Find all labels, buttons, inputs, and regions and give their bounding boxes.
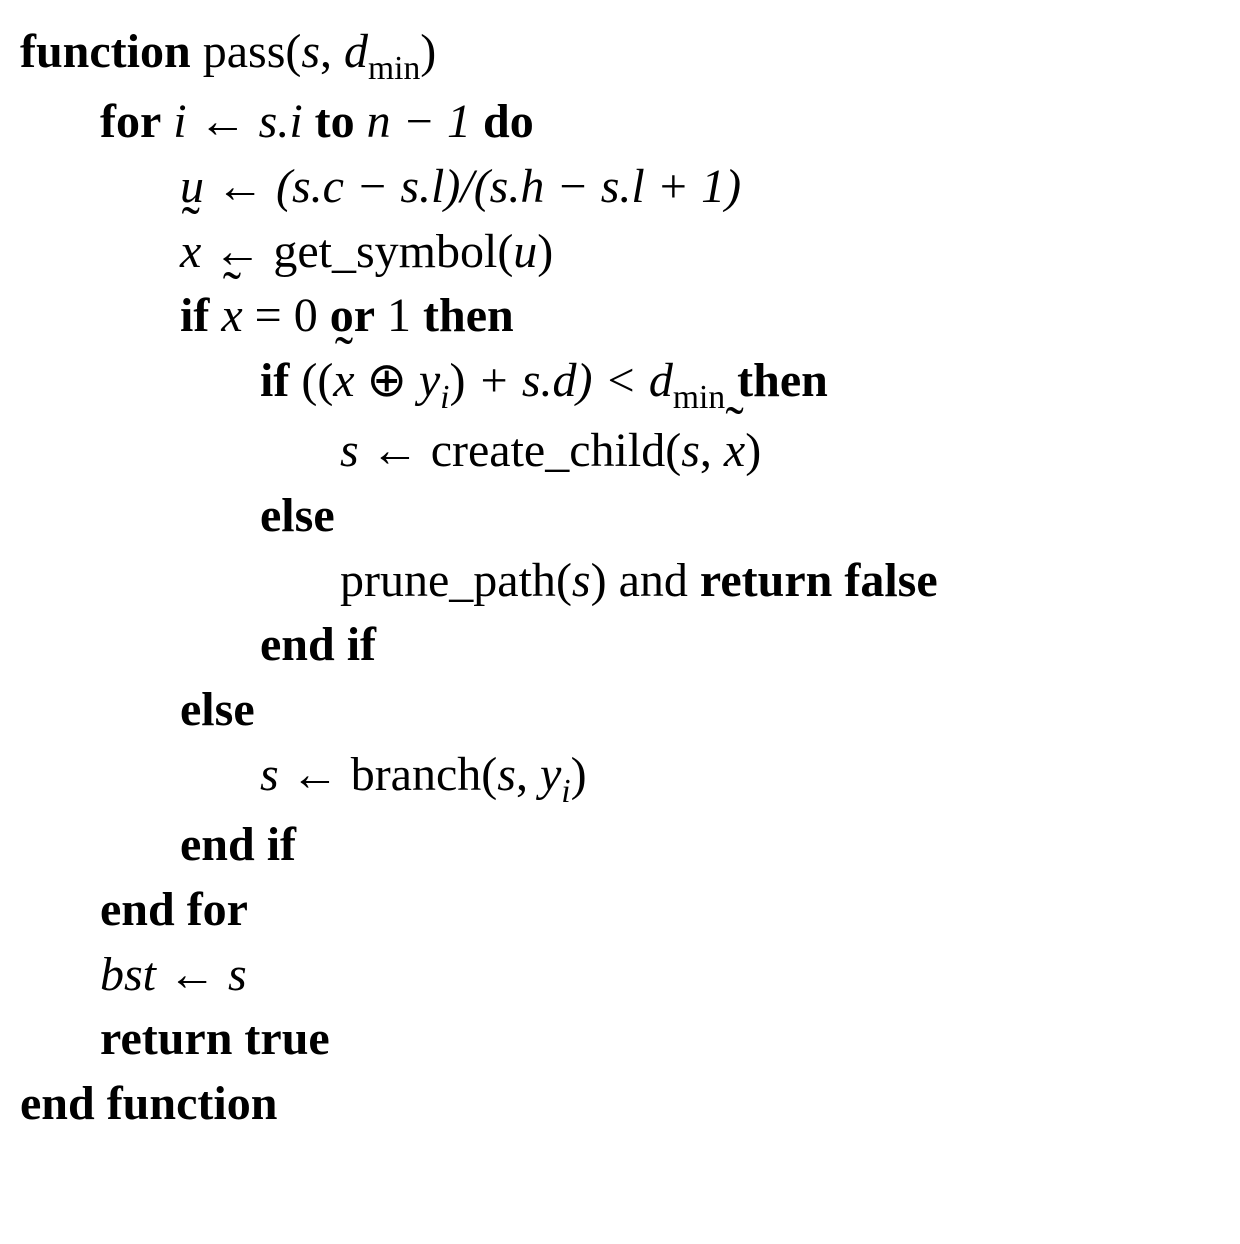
kw-true: true: [244, 1012, 329, 1065]
sym-y: y: [419, 354, 440, 407]
sym-larrow: ←: [168, 948, 216, 1001]
algorithm-line: end for: [20, 878, 1230, 943]
sym-min-sub: min: [673, 379, 725, 416]
sym-y: y: [540, 748, 561, 801]
algorithm-line: s ← branch(s, yi): [20, 743, 1230, 813]
fn-create-child: create_child: [431, 424, 666, 477]
kw-endif: end if: [180, 818, 296, 871]
algorithm-line: prune_path(s) and return false: [20, 549, 1230, 614]
algorithm-line: s ← create_child(s, x): [20, 419, 1230, 484]
fn-branch: branch: [351, 748, 482, 801]
sym-larrow: ←: [291, 748, 339, 801]
kw-do: do: [483, 95, 534, 148]
fn-pass: pass: [203, 25, 286, 78]
sym-s: s: [497, 748, 516, 801]
sym-si: s.i: [259, 95, 303, 148]
kw-false: false: [844, 554, 937, 607]
sym-i-sub: i: [561, 773, 570, 810]
algorithm-line: end function: [20, 1072, 1230, 1137]
algorithm-line: end if: [20, 613, 1230, 678]
sym-d: d: [344, 25, 368, 78]
algorithm-line: bst ← s: [20, 943, 1230, 1008]
fn-prune-path: prune_path: [340, 554, 556, 607]
algorithm-line: else: [20, 678, 1230, 743]
kw-endif: end if: [260, 618, 376, 671]
kw-for: for: [100, 95, 161, 148]
sym-larrow: ←: [199, 95, 247, 148]
algorithm-line: u ← (s.c − s.l)/(s.h − s.l + 1): [20, 155, 1230, 220]
sym-s: s: [340, 424, 359, 477]
algorithm-line: if x = 0 or 1 then: [20, 284, 1230, 349]
kw-return: return: [700, 554, 832, 607]
sym-xtilde: x: [724, 419, 745, 484]
kw-function: function: [20, 25, 191, 78]
algorithm-line: for i ← s.i to n − 1 do: [20, 90, 1230, 155]
kw-endfunction: end function: [20, 1077, 277, 1130]
sym-s: s: [228, 948, 247, 1001]
sym-s: s: [301, 25, 320, 78]
algorithm-line: function pass(s, dmin): [20, 20, 1230, 90]
fn-get-symbol: get_symbol: [273, 225, 497, 278]
kw-else: else: [260, 489, 335, 542]
sym-u: u: [513, 225, 537, 278]
sym-eq0: = 0: [255, 289, 318, 342]
sym-xtilde: x: [180, 220, 201, 285]
sym-i: i: [173, 95, 186, 148]
sym-nminus1: n − 1: [367, 95, 471, 148]
sym-s: s: [572, 554, 591, 607]
algorithm-line: end if: [20, 813, 1230, 878]
sym-d: d: [649, 354, 673, 407]
kw-endfor: end for: [100, 883, 248, 936]
kw-to: to: [315, 95, 355, 148]
sym-u-expr: (s.c − s.l)/(s.h − s.l + 1): [276, 160, 741, 213]
sym-bst: bst: [100, 948, 156, 1001]
sym-i-sub: i: [440, 379, 449, 416]
kw-else: else: [180, 683, 255, 736]
sym-xtilde: x: [333, 349, 354, 414]
kw-then: then: [737, 354, 828, 407]
kw-if: if: [180, 289, 209, 342]
sym-one: 1: [387, 289, 411, 342]
sym-s: s: [260, 748, 279, 801]
sym-xtilde: x: [221, 284, 242, 349]
kw-and: and: [619, 554, 688, 607]
algorithm-line: return true: [20, 1007, 1230, 1072]
sym-s: s: [681, 424, 700, 477]
kw-if: if: [260, 354, 289, 407]
algorithm-line: if ((x ⊕ yi) + s.d) < dmin then: [20, 349, 1230, 419]
sym-plus-sd: + s.d) <: [477, 354, 636, 407]
sym-larrow: ←: [216, 160, 264, 213]
sym-larrow: ←: [371, 424, 419, 477]
kw-then: then: [423, 289, 514, 342]
algorithm-line: else: [20, 484, 1230, 549]
algorithm-line: x ← get_symbol(u): [20, 220, 1230, 285]
sym-min-sub: min: [368, 50, 420, 87]
kw-return: return: [100, 1012, 232, 1065]
sym-oplus: ⊕: [367, 354, 407, 407]
